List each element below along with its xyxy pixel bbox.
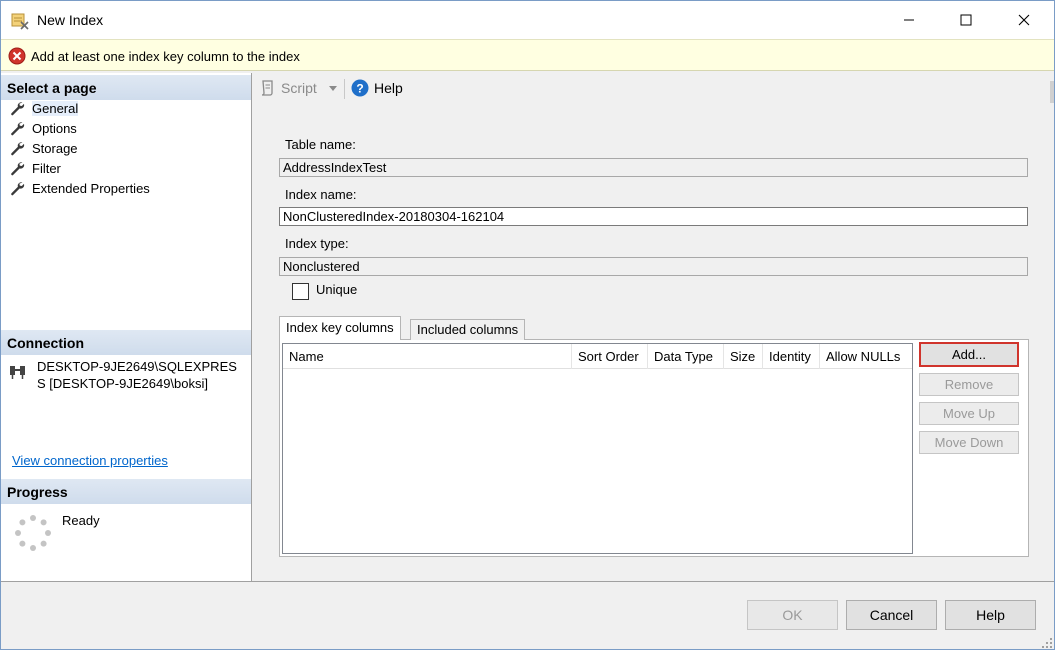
column-header-data-type[interactable]: Data Type [648,344,724,369]
wrench-icon [11,162,25,176]
column-header-identity[interactable]: Identity [763,344,820,369]
wrench-icon [11,102,25,116]
server-connection-icon [10,366,25,379]
page-label: General [32,100,79,116]
tab-included-columns[interactable]: Included columns [410,319,526,340]
connection-info: DESKTOP-9JE2649\SQLEXPRESS [DESKTOP-9JE2… [37,359,237,391]
spinner-icon [15,515,51,551]
unique-checkbox[interactable] [292,283,309,300]
table-name-field: AddressIndexTest [279,158,1028,177]
view-connection-properties-link[interactable]: View connection properties [12,453,168,468]
remove-button[interactable]: Remove [919,373,1019,396]
unique-label: Unique [316,282,358,297]
minimize-button[interactable] [886,1,932,39]
close-button[interactable] [1001,1,1047,39]
column-header-size[interactable]: Size [724,344,763,369]
page-label: Filter [32,160,61,176]
move-down-button[interactable]: Move Down [919,431,1019,454]
wrench-icon [11,122,25,136]
resize-grip-icon[interactable] [1041,637,1053,649]
add-button[interactable]: Add... [919,342,1019,367]
page-extended-properties[interactable]: Extended Properties [9,179,150,197]
minimize-icon [904,19,914,21]
help-button[interactable]: Help [945,600,1036,630]
column-header-name[interactable]: Name [283,344,572,369]
table-name-label: Table name: [285,137,356,152]
maximize-button[interactable] [943,1,989,39]
svg-text:?: ? [356,82,363,96]
title-bar: New Index [1,1,1054,39]
page-label: Storage [32,140,78,156]
column-header-allow-nulls[interactable]: Allow NULLs [820,344,912,369]
page-options[interactable]: Options [9,119,77,137]
new-index-dialog: New Index Add at least one index key col… [0,0,1055,650]
script-label: Script [281,80,317,96]
cancel-button[interactable]: Cancel [846,600,937,630]
script-button[interactable]: Script [259,79,317,97]
page-label: Options [32,120,77,136]
banner-message: Add at least one index key column to the… [31,49,300,64]
toolbar: Script ? Help [253,73,1054,106]
index-name-input[interactable]: NonClusteredIndex-20180304-162104 [279,207,1028,226]
grid-header: Name Sort Order Data Type Size Identity … [283,344,912,369]
index-name-label: Index name: [285,187,357,202]
wrench-icon [11,182,25,196]
wrench-icon [11,142,25,156]
index-type-field: Nonclustered [279,257,1028,276]
tab-index-key-columns[interactable]: Index key columns [279,316,401,340]
script-dropdown-icon[interactable] [329,86,337,92]
script-icon [261,80,273,96]
page-storage[interactable]: Storage [9,139,78,157]
error-icon [8,47,26,65]
validation-banner: Add at least one index key column to the… [1,39,1054,71]
ok-button[interactable]: OK [747,600,838,630]
ssms-index-icon [11,13,29,30]
move-up-button[interactable]: Move Up [919,402,1019,425]
close-icon [1018,14,1030,26]
index-type-label: Index type: [285,236,349,251]
window-title: New Index [37,12,104,28]
help-label: Help [374,80,403,96]
page-filter[interactable]: Filter [9,159,61,177]
left-pane: Select a page General Options Storage Fi… [1,73,252,581]
index-key-columns-grid[interactable]: Name Sort Order Data Type Size Identity … [282,343,913,554]
select-page-heading: Select a page [1,75,251,100]
help-icon: ? [351,79,369,97]
page-label: Extended Properties [32,180,150,196]
footer-divider [1,581,1054,582]
toolbar-separator [344,79,345,99]
page-general[interactable]: General [9,99,79,117]
column-header-sort-order[interactable]: Sort Order [572,344,648,369]
progress-heading: Progress [1,479,251,504]
progress-status: Ready [62,513,100,528]
help-toolbar-button[interactable]: ? Help [351,79,403,97]
connection-heading: Connection [1,330,251,355]
scrollbar[interactable] [1050,81,1054,103]
maximize-icon [960,14,972,26]
